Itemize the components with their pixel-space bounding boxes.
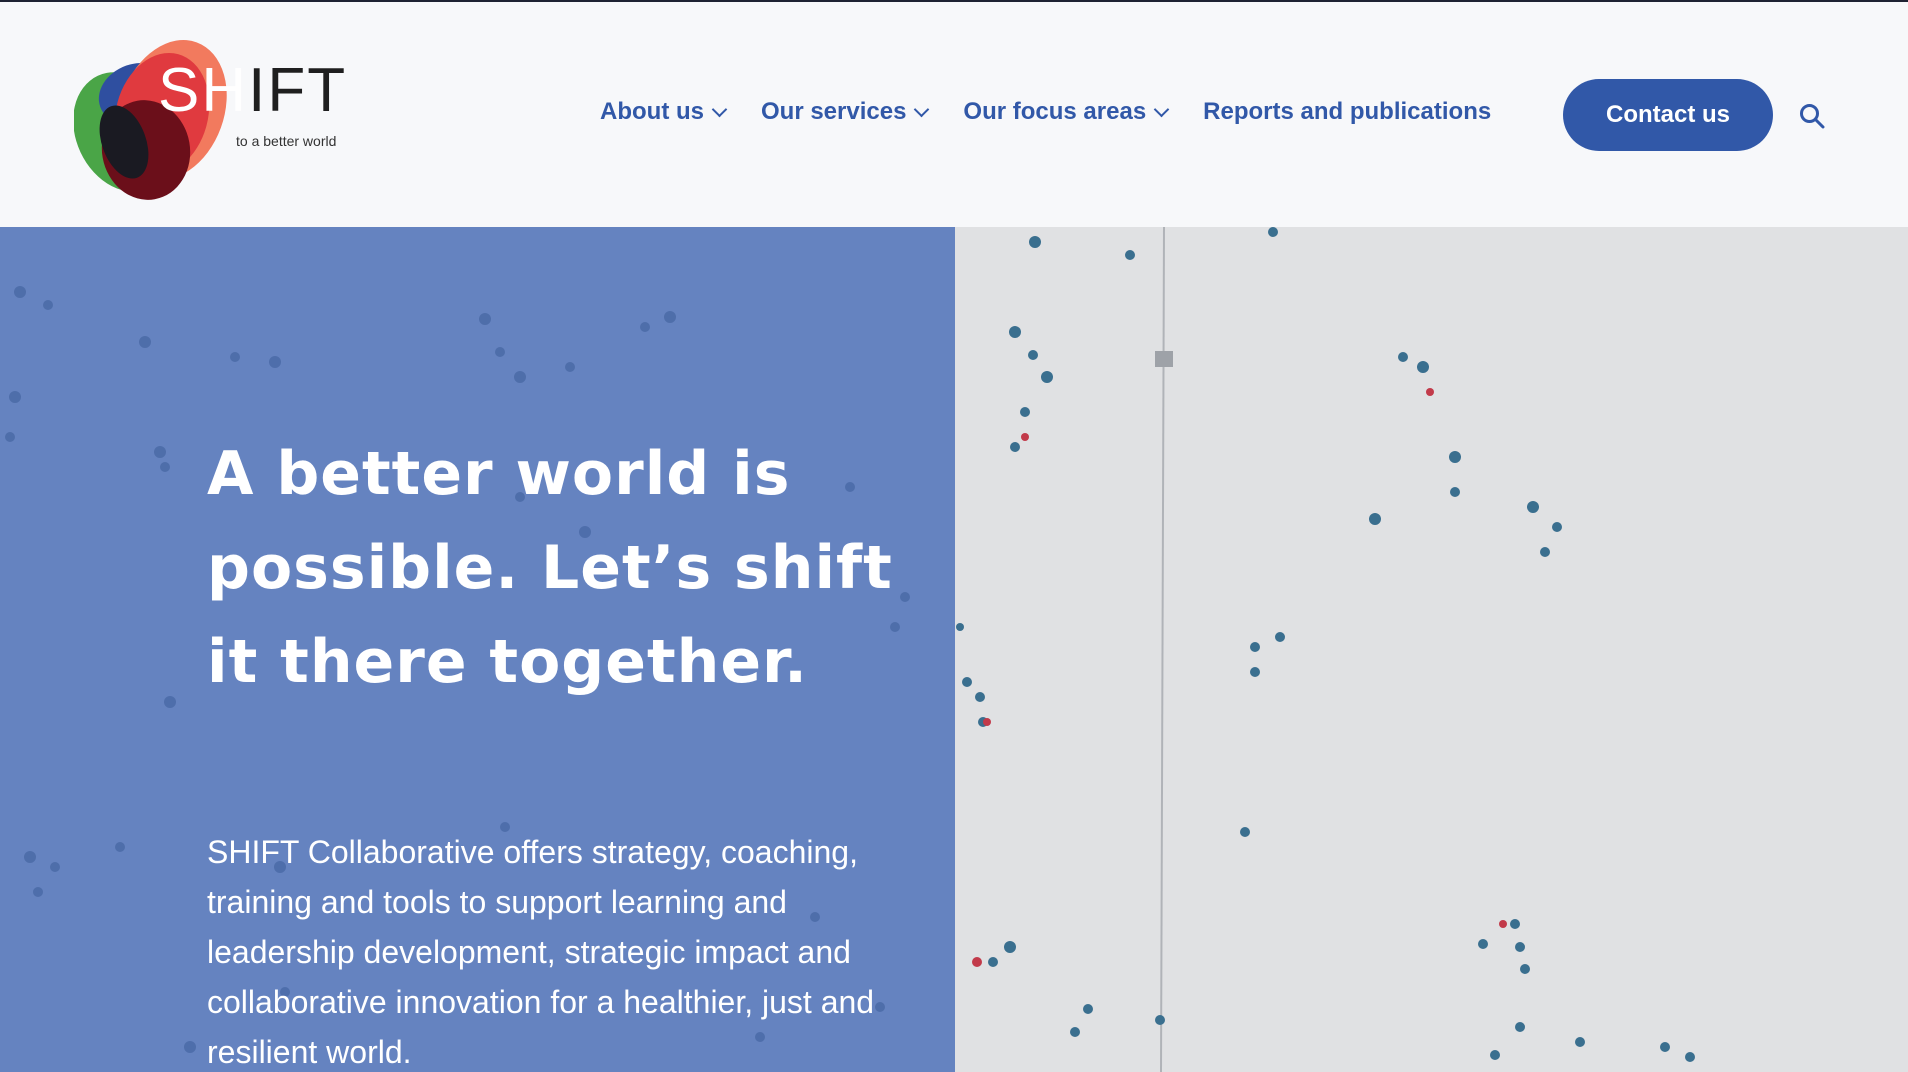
chevron-down-icon [914,101,930,117]
search-icon[interactable] [1799,103,1825,129]
nav-item-reports-and-publications[interactable]: Reports and publications [1203,98,1491,126]
logo-wordmark-rest: IFT [248,56,348,125]
nav-label-reports-and-publications: Reports and publications [1203,98,1492,125]
logo-tagline: to a better world [236,133,337,149]
nav-label-about-us: About us [600,98,704,125]
hero-text-panel: A better world is possible. Let’s shift … [0,227,955,1072]
hero-headline: A better world is possible. Let’s shift … [207,439,893,697]
hero-intro-text: SHIFT Collaborative offers strategy, coa… [207,834,875,1070]
nav-item-our-services[interactable]: Our services [760,98,930,126]
site-header: SHIFT to a better world About us Our ser… [0,2,1908,227]
aerial-crowd-image [956,227,1695,1072]
shift-logo[interactable]: SHIFT to a better world [74,32,354,202]
logo-wordmark: SHIFT [158,60,347,122]
contact-us-button[interactable]: Contact us [1563,79,1773,151]
chevron-down-icon [711,101,728,117]
hero-image-panel [955,227,1908,1072]
nav-label-our-focus-areas: Our focus areas [963,98,1147,125]
nav-item-about-us[interactable]: About us [600,98,728,126]
main-nav: About us Our services Our focus areas Re… [600,98,1527,126]
chevron-down-icon [1153,101,1170,117]
logo-wordmark-first: SH [158,56,249,125]
nav-label-our-services: Our services [760,98,907,125]
nav-item-our-focus-areas[interactable]: Our focus areas [963,98,1170,126]
